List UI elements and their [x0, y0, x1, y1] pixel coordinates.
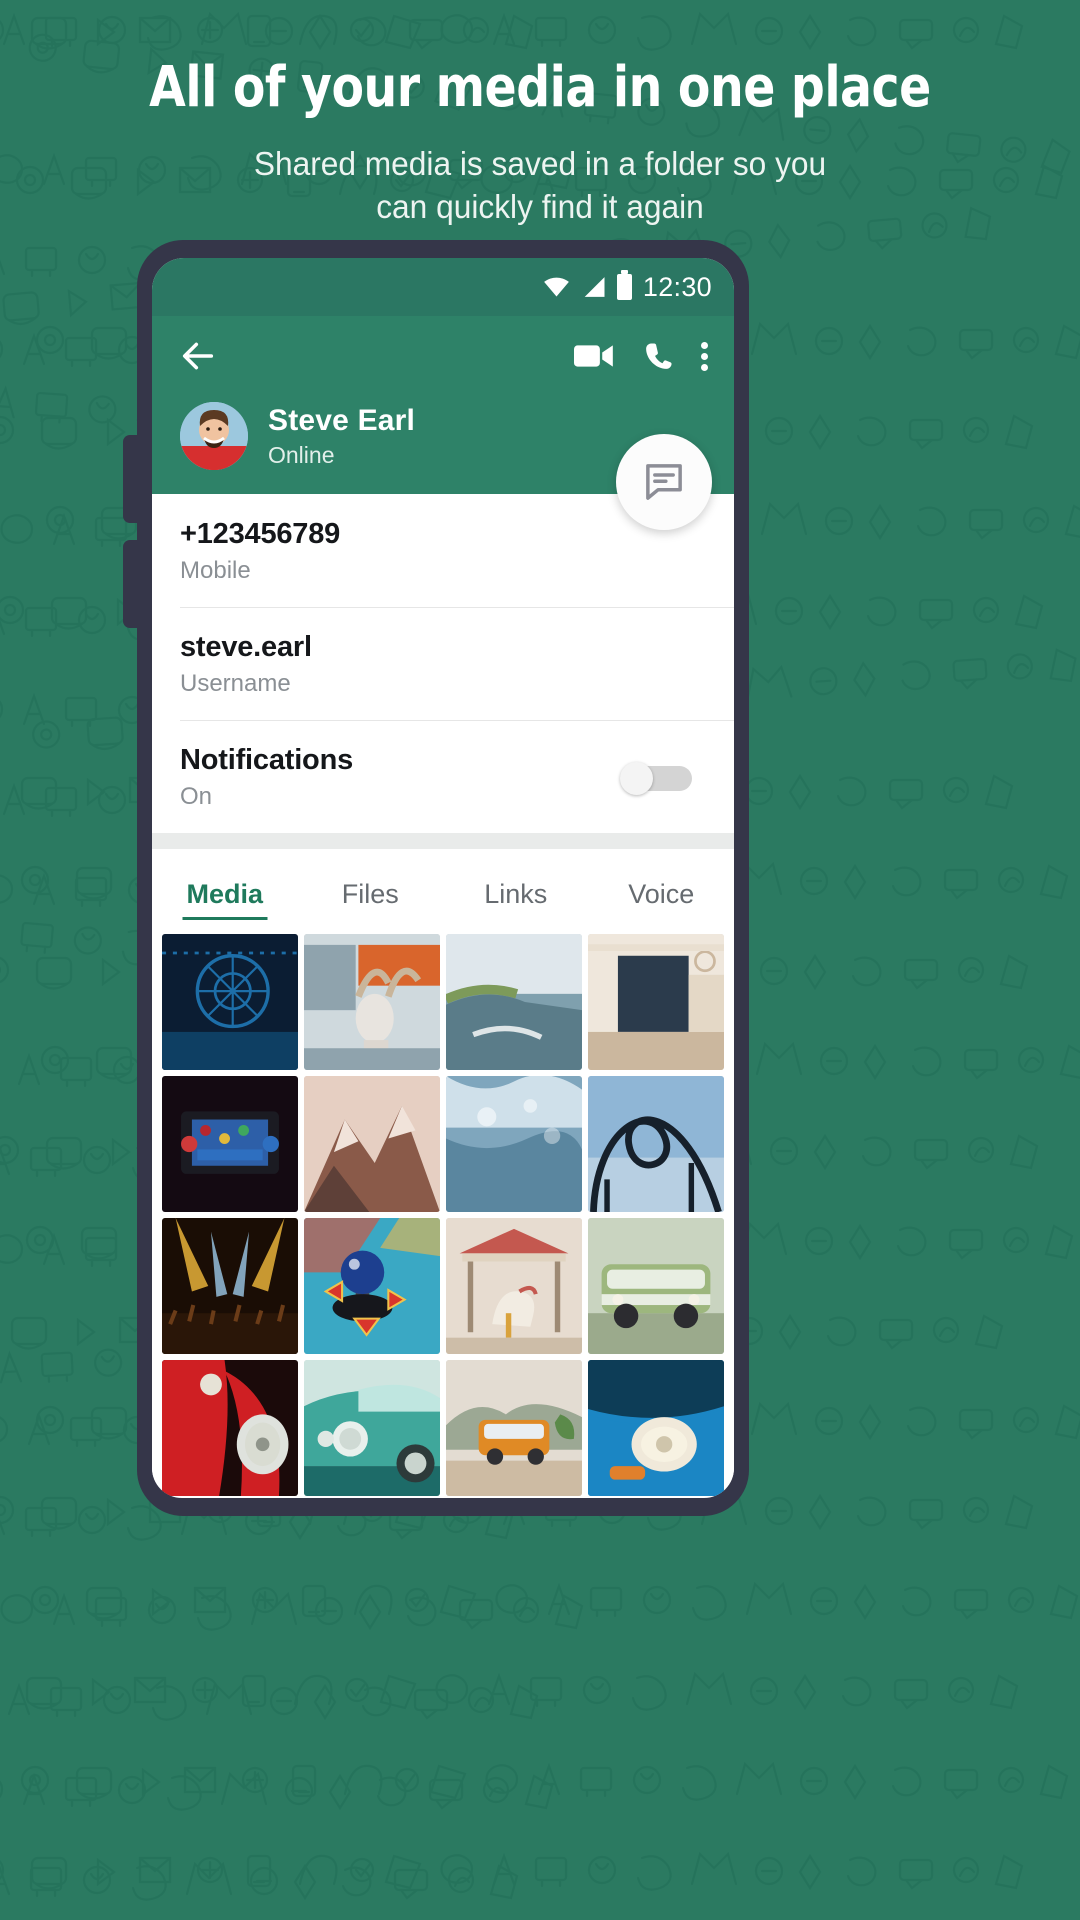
chat-bubble-icon — [646, 464, 682, 500]
arcade-joystick-image — [304, 1218, 440, 1354]
voice-call-icon — [645, 342, 672, 369]
coastal-cliff-sea-image — [446, 934, 582, 1070]
back-arrow-icon[interactable] — [178, 336, 218, 376]
media-thumbnail-1[interactable] — [162, 934, 298, 1070]
phone-volume-down-button[interactable] — [123, 540, 143, 628]
wifi-icon — [544, 277, 569, 296]
contact-status: Online — [268, 441, 335, 468]
contact-name: Steve Earl — [268, 403, 416, 437]
battery-icon — [616, 270, 632, 300]
media-thumbnail-9[interactable] — [162, 1218, 298, 1354]
media-thumbnail-11[interactable] — [446, 1218, 582, 1354]
signal-icon — [584, 277, 605, 297]
living-room-interior-image — [588, 934, 724, 1070]
concert-stage-lights-image — [162, 1218, 298, 1354]
app-bar-actions — [152, 316, 734, 396]
carousel-horses-image — [446, 1218, 582, 1354]
info-row-phone-label: Mobile — [180, 557, 251, 584]
status-bar-time: 12:30 — [642, 271, 712, 302]
media-thumbnail-8[interactable] — [588, 1076, 724, 1212]
video-call-button[interactable] — [572, 334, 616, 378]
avatar[interactable] — [180, 402, 248, 470]
info-row-phone-text: +123456789 Mobile — [180, 518, 706, 585]
video-call-icon — [574, 345, 613, 367]
notifications-toggle-knob — [620, 761, 653, 795]
info-row-username-text: steve.earl Username — [180, 631, 706, 698]
red-car-headlight-image — [162, 1360, 298, 1496]
green-vw-van-image — [588, 1218, 724, 1354]
media-thumbnail-7[interactable] — [446, 1076, 582, 1212]
media-thumbnail-4[interactable] — [588, 934, 724, 1070]
avatar-image — [180, 402, 248, 470]
ferris-wheel-night-image — [162, 934, 298, 1070]
media-card: Media Files Links Voice — [152, 849, 734, 1496]
contact-info-card: +123456789 Mobile steve.earl Username No… — [152, 494, 734, 833]
info-row-notifications-text: Notifications On — [180, 744, 620, 811]
promo-subtitle: Shared media is saved in a folder so you… — [22, 142, 1059, 228]
info-row-phone-value: +123456789 — [180, 518, 341, 550]
message-fab-button[interactable] — [616, 434, 712, 530]
voice-call-button[interactable] — [636, 334, 680, 378]
info-row-notifications-label: On — [180, 783, 213, 810]
mountain-peak-dusk-image — [304, 1076, 440, 1212]
info-row-username-label: Username — [180, 670, 291, 697]
phone-mockup: 12:30 Steve Earl Online +123456789 Mobil… — [123, 240, 749, 1516]
media-thumbnail-10[interactable] — [304, 1218, 440, 1354]
orange-van-mountains-image — [446, 1360, 582, 1496]
tab-files[interactable]: Files — [298, 863, 444, 920]
media-thumbnail-16[interactable] — [588, 1360, 724, 1496]
media-thumbnail-12[interactable] — [588, 1218, 724, 1354]
media-grid — [152, 920, 734, 1496]
info-row-notifications[interactable]: Notifications On — [152, 720, 734, 833]
tab-links[interactable]: Links — [443, 863, 589, 920]
deer-street-scene-image — [304, 934, 440, 1070]
page-title: All of your media in one place — [149, 55, 931, 120]
status-bar: 12:30 — [152, 258, 734, 316]
app-bar: Steve Earl Online — [152, 316, 734, 530]
rollercoaster-loop-image — [588, 1076, 724, 1212]
media-thumbnail-15[interactable] — [446, 1360, 582, 1496]
overflow-dot-1 — [700, 341, 708, 349]
water-surface-blur-image — [446, 1076, 582, 1212]
contact-text: Steve Earl Online — [268, 404, 415, 469]
info-row-notifications-value: Notifications — [180, 744, 354, 776]
card-divider-gap — [152, 833, 734, 849]
promo-block: All of your media in one place Shared me… — [0, 0, 1080, 228]
overflow-menu-button[interactable] — [700, 338, 708, 375]
promo-subtitle-line-2: can quickly find it again — [376, 188, 704, 225]
promo-subtitle-line-1: Shared media is saved in a folder so you — [253, 145, 827, 182]
info-row-username[interactable]: steve.earl Username — [152, 607, 734, 720]
overflow-dot-2 — [700, 352, 708, 360]
handheld-console-image — [162, 1076, 298, 1212]
overflow-dot-3 — [700, 363, 708, 371]
blue-car-headlight-image — [588, 1360, 724, 1496]
tab-media[interactable]: Media — [152, 863, 298, 920]
media-thumbnail-14[interactable] — [304, 1360, 440, 1496]
notifications-toggle[interactable] — [620, 761, 692, 795]
media-thumbnail-2[interactable] — [304, 934, 440, 1070]
media-thumbnail-5[interactable] — [162, 1076, 298, 1212]
media-tabs: Media Files Links Voice — [152, 849, 734, 920]
media-thumbnail-13[interactable] — [162, 1360, 298, 1496]
phone-volume-up-button[interactable] — [123, 435, 143, 523]
media-thumbnail-6[interactable] — [304, 1076, 440, 1212]
phone-screen: 12:30 Steve Earl Online +123456789 Mobil… — [152, 258, 734, 1498]
media-thumbnail-3[interactable] — [446, 934, 582, 1070]
info-row-username-value: steve.earl — [180, 631, 312, 663]
teal-classic-car-image — [304, 1360, 440, 1496]
tab-voice[interactable]: Voice — [589, 863, 735, 920]
